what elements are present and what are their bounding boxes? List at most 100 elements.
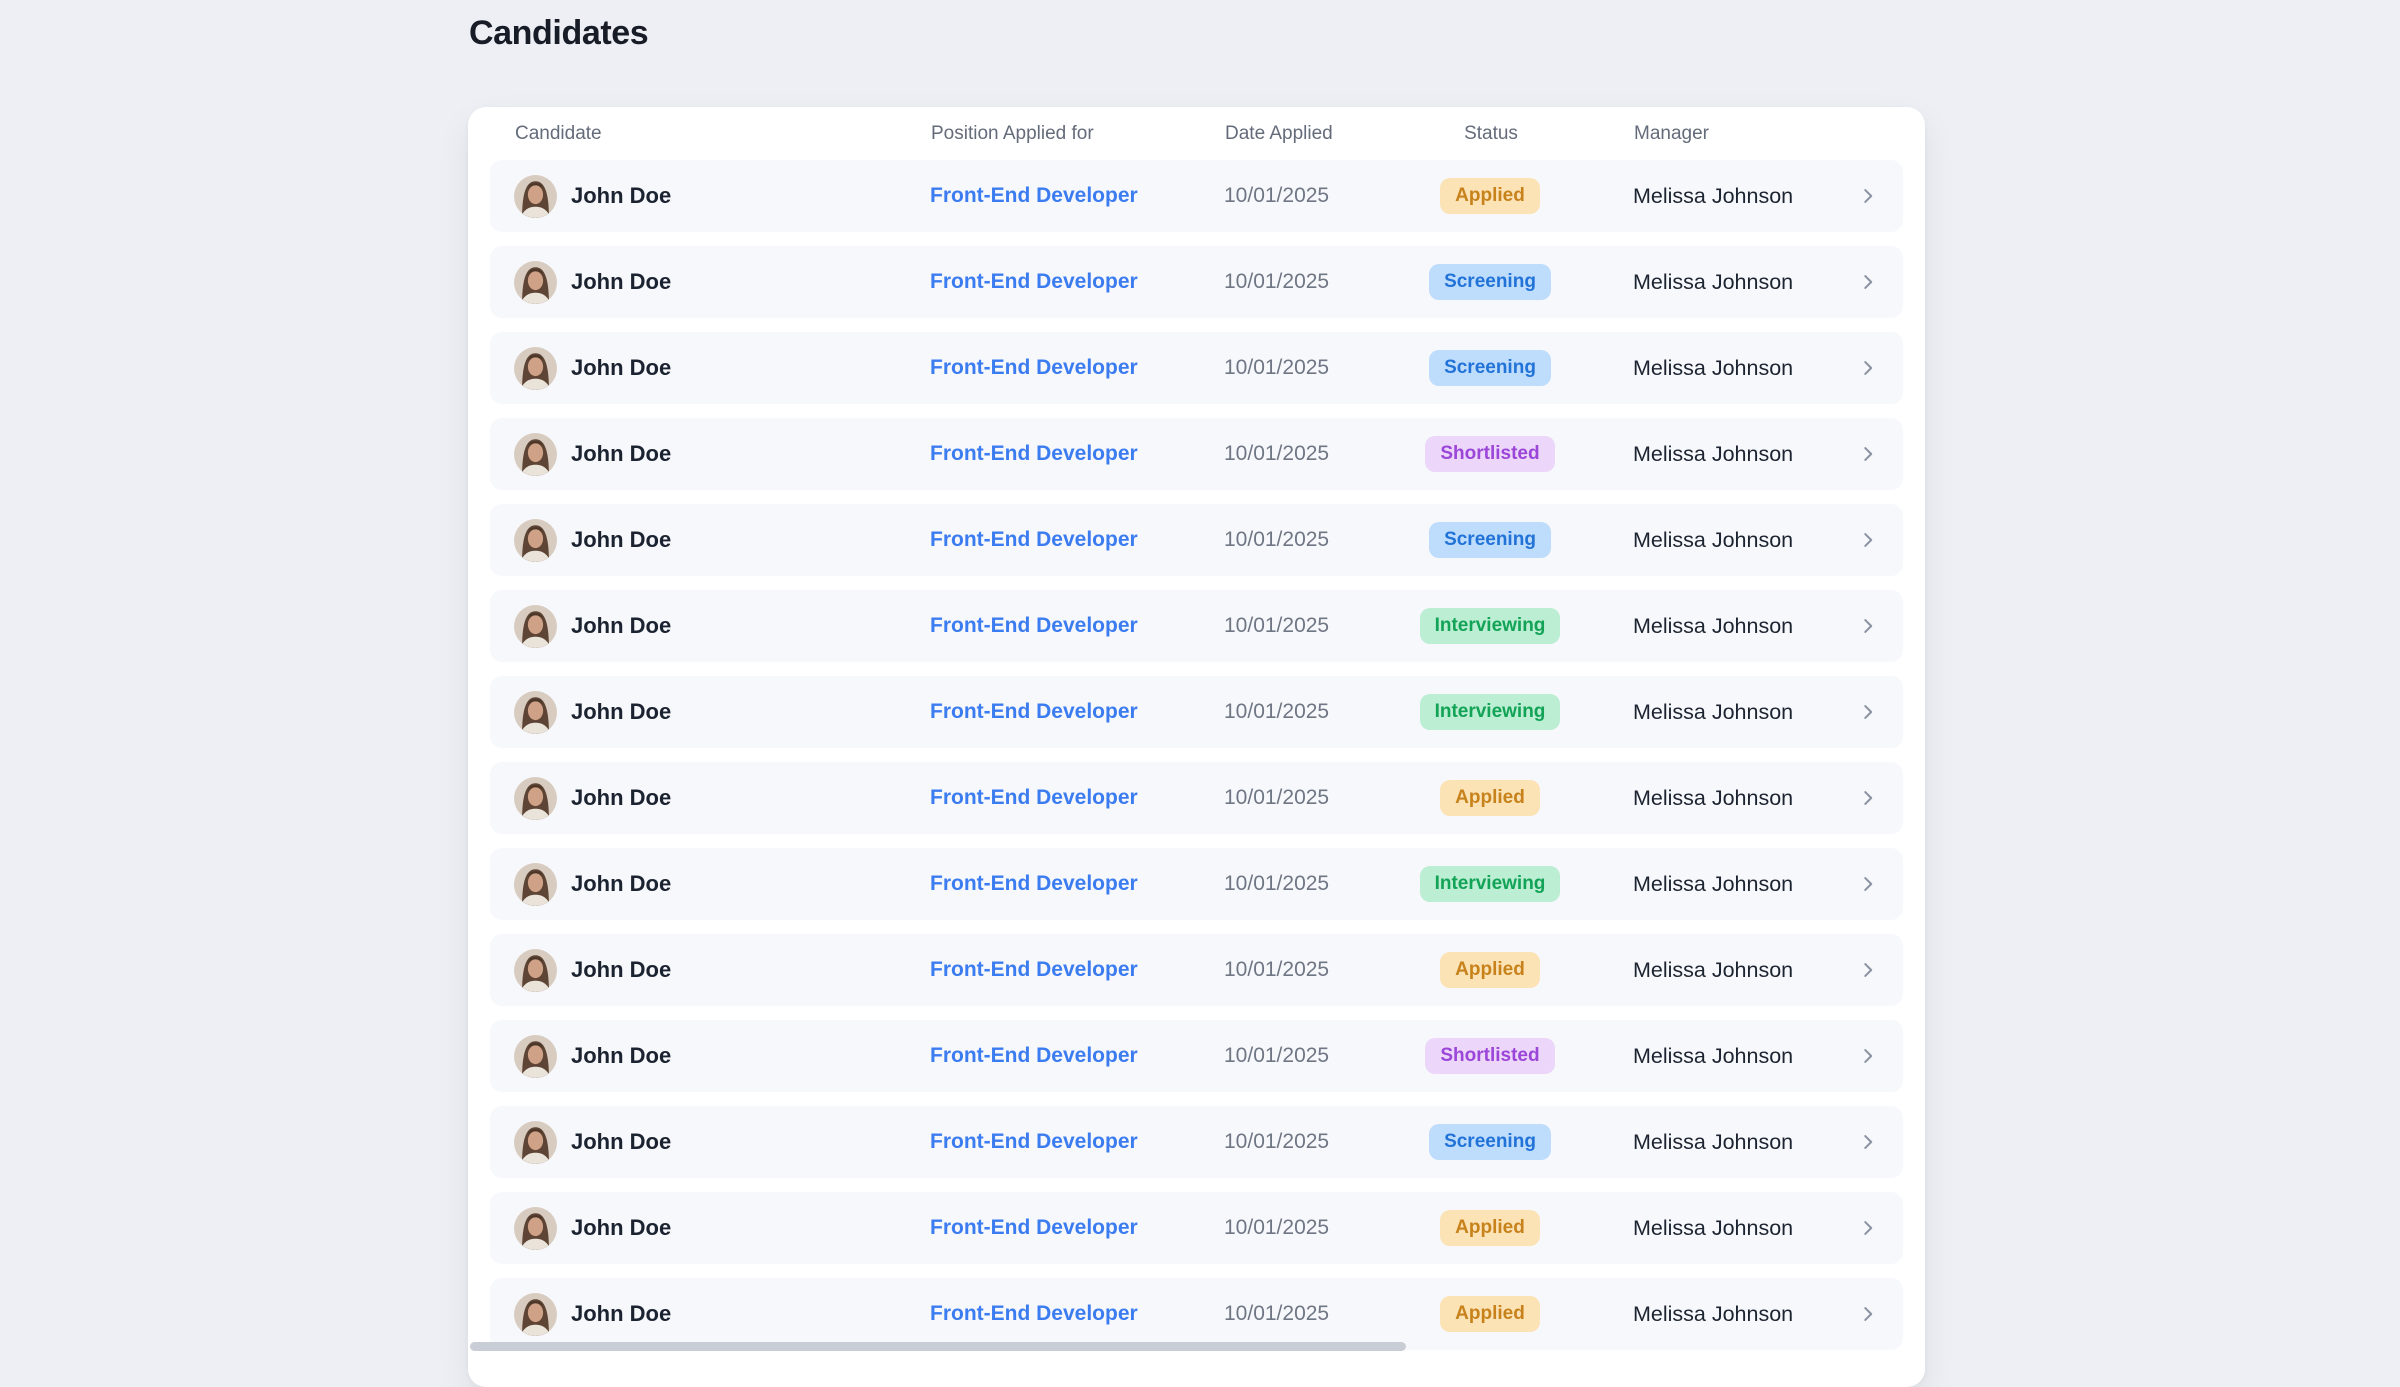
candidate-cell: John Doe <box>514 1035 930 1078</box>
date-applied: 10/01/2025 <box>1224 184 1405 208</box>
manager-name: Melissa Johnson <box>1633 442 1857 467</box>
position-link[interactable]: Front-End Developer <box>930 442 1224 466</box>
column-header-candidate: Candidate <box>515 123 931 145</box>
position-link[interactable]: Front-End Developer <box>930 786 1224 810</box>
position-link[interactable]: Front-End Developer <box>930 700 1224 724</box>
date-applied: 10/01/2025 <box>1224 1044 1405 1068</box>
table-row[interactable]: John Doe Front-End Developer 10/01/2025 … <box>490 332 1903 404</box>
chevron-right-icon[interactable] <box>1857 959 1879 981</box>
position-link[interactable]: Front-End Developer <box>930 184 1224 208</box>
status-badge: Applied <box>1440 178 1540 215</box>
status-badge: Screening <box>1429 522 1551 559</box>
chevron-right-icon[interactable] <box>1857 443 1879 465</box>
column-header-position: Position Applied for <box>931 123 1225 145</box>
status-cell: Interviewing <box>1405 866 1575 903</box>
date-applied: 10/01/2025 <box>1224 1216 1405 1240</box>
position-link[interactable]: Front-End Developer <box>930 614 1224 638</box>
date-applied: 10/01/2025 <box>1224 1302 1405 1326</box>
status-badge: Shortlisted <box>1425 436 1554 473</box>
candidate-avatar <box>514 1293 557 1336</box>
date-applied: 10/01/2025 <box>1224 528 1405 552</box>
status-cell: Screening <box>1405 522 1575 559</box>
candidate-name: John Doe <box>571 183 671 209</box>
table-row[interactable]: John Doe Front-End Developer 10/01/2025 … <box>490 590 1903 662</box>
chevron-right-icon[interactable] <box>1857 357 1879 379</box>
chevron-right-icon[interactable] <box>1857 1131 1879 1153</box>
position-link[interactable]: Front-End Developer <box>930 1302 1224 1326</box>
table-header-row: Candidate Position Applied for Date Appl… <box>468 107 1925 160</box>
chevron-right-icon[interactable] <box>1857 787 1879 809</box>
candidate-cell: John Doe <box>514 777 930 820</box>
status-cell: Screening <box>1405 264 1575 301</box>
candidate-avatar <box>514 605 557 648</box>
table-row[interactable]: John Doe Front-End Developer 10/01/2025 … <box>490 762 1903 834</box>
candidate-name: John Doe <box>571 613 671 639</box>
status-cell: Applied <box>1405 780 1575 817</box>
candidate-cell: John Doe <box>514 691 930 734</box>
status-badge: Screening <box>1429 1124 1551 1161</box>
chevron-right-icon[interactable] <box>1857 271 1879 293</box>
candidate-avatar <box>514 261 557 304</box>
position-link[interactable]: Front-End Developer <box>930 356 1224 380</box>
table-row[interactable]: John Doe Front-End Developer 10/01/2025 … <box>490 676 1903 748</box>
status-cell: Screening <box>1405 1124 1575 1161</box>
table-row[interactable]: John Doe Front-End Developer 10/01/2025 … <box>490 246 1903 318</box>
date-applied: 10/01/2025 <box>1224 614 1405 638</box>
candidate-cell: John Doe <box>514 605 930 648</box>
chevron-right-icon[interactable] <box>1857 615 1879 637</box>
status-cell: Screening <box>1405 350 1575 387</box>
chevron-right-icon[interactable] <box>1857 185 1879 207</box>
status-badge: Applied <box>1440 1296 1540 1333</box>
candidate-avatar <box>514 519 557 562</box>
position-link[interactable]: Front-End Developer <box>930 1130 1224 1154</box>
candidates-table-card: Candidate Position Applied for Date Appl… <box>468 107 1925 1387</box>
chevron-right-icon[interactable] <box>1857 701 1879 723</box>
manager-name: Melissa Johnson <box>1633 614 1857 639</box>
position-link[interactable]: Front-End Developer <box>930 528 1224 552</box>
position-link[interactable]: Front-End Developer <box>930 872 1224 896</box>
candidate-name: John Doe <box>571 527 671 553</box>
table-row[interactable]: John Doe Front-End Developer 10/01/2025 … <box>490 848 1903 920</box>
manager-name: Melissa Johnson <box>1633 786 1857 811</box>
position-link[interactable]: Front-End Developer <box>930 270 1224 294</box>
status-badge: Shortlisted <box>1425 1038 1554 1075</box>
status-badge: Interviewing <box>1420 694 1561 731</box>
table-row[interactable]: John Doe Front-End Developer 10/01/2025 … <box>490 1106 1903 1178</box>
candidate-cell: John Doe <box>514 1121 930 1164</box>
chevron-right-icon[interactable] <box>1857 529 1879 551</box>
candidate-cell: John Doe <box>514 863 930 906</box>
table-row[interactable]: John Doe Front-End Developer 10/01/2025 … <box>490 1278 1903 1350</box>
status-badge: Applied <box>1440 952 1540 989</box>
table-row[interactable]: John Doe Front-End Developer 10/01/2025 … <box>490 504 1903 576</box>
chevron-right-icon[interactable] <box>1857 1045 1879 1067</box>
chevron-right-icon[interactable] <box>1857 873 1879 895</box>
position-link[interactable]: Front-End Developer <box>930 1216 1224 1240</box>
date-applied: 10/01/2025 <box>1224 786 1405 810</box>
candidate-name: John Doe <box>571 1301 671 1327</box>
candidate-name: John Doe <box>571 1043 671 1069</box>
manager-name: Melissa Johnson <box>1633 356 1857 381</box>
table-row[interactable]: John Doe Front-End Developer 10/01/2025 … <box>490 160 1903 232</box>
candidate-name: John Doe <box>571 1129 671 1155</box>
candidate-avatar <box>514 777 557 820</box>
position-link[interactable]: Front-End Developer <box>930 958 1224 982</box>
candidate-avatar <box>514 433 557 476</box>
manager-name: Melissa Johnson <box>1633 1302 1857 1327</box>
manager-name: Melissa Johnson <box>1633 958 1857 983</box>
candidate-avatar <box>514 1207 557 1250</box>
candidate-avatar <box>514 1121 557 1164</box>
column-header-status: Status <box>1406 123 1576 145</box>
manager-name: Melissa Johnson <box>1633 700 1857 725</box>
chevron-right-icon[interactable] <box>1857 1217 1879 1239</box>
table-row[interactable]: John Doe Front-End Developer 10/01/2025 … <box>490 934 1903 1006</box>
table-row[interactable]: John Doe Front-End Developer 10/01/2025 … <box>490 1020 1903 1092</box>
table-row[interactable]: John Doe Front-End Developer 10/01/2025 … <box>490 418 1903 490</box>
candidate-name: John Doe <box>571 785 671 811</box>
chevron-right-icon[interactable] <box>1857 1303 1879 1325</box>
candidate-avatar <box>514 1035 557 1078</box>
table-row[interactable]: John Doe Front-End Developer 10/01/2025 … <box>490 1192 1903 1264</box>
status-cell: Applied <box>1405 952 1575 989</box>
candidate-name: John Doe <box>571 441 671 467</box>
position-link[interactable]: Front-End Developer <box>930 1044 1224 1068</box>
column-header-manager: Manager <box>1634 123 1879 145</box>
